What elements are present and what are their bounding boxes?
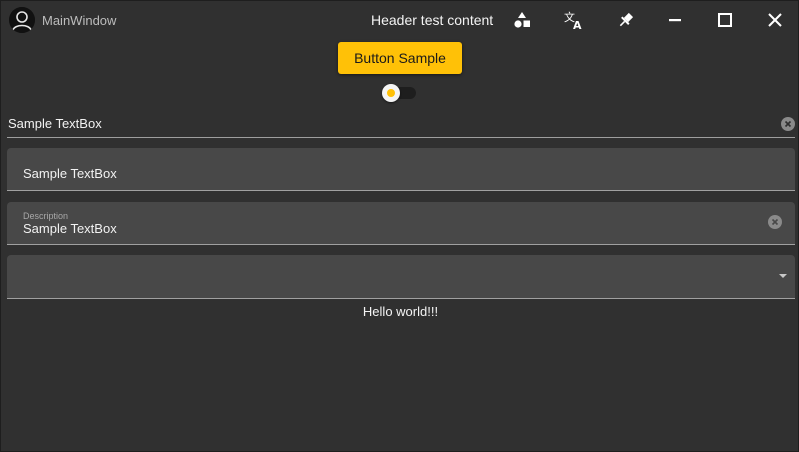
clear-icon[interactable] [781,117,795,131]
maximize-button[interactable] [710,5,740,35]
title-bar[interactable]: MainWindow Header test content 文 A [1,1,798,39]
header-content: Header test content [371,12,494,28]
maximize-icon [718,13,732,27]
translate-icon: 文 A [564,10,582,30]
shapes-icon [514,12,530,28]
close-icon [768,13,782,27]
plain-textbox[interactable]: Sample TextBox [7,111,795,138]
minimize-button[interactable] [660,5,690,35]
chevron-down-icon[interactable] [779,274,787,278]
plain-textbox-value[interactable]: Sample TextBox [8,116,102,131]
pin-button[interactable] [611,5,641,35]
toggle-switch[interactable] [382,83,418,103]
pin-icon [619,12,634,27]
described-textbox[interactable]: Description Sample TextBox [7,202,795,245]
clear-icon[interactable] [768,215,782,229]
hello-text: Hello world!!! [362,304,439,319]
combo-box[interactable] [7,255,795,299]
translate-button[interactable]: 文 A [559,5,589,35]
sample-button[interactable]: Button Sample [338,42,462,74]
toggle-thumb [382,84,400,102]
shapes-button[interactable] [507,5,537,35]
filled-textbox-value[interactable]: Sample TextBox [23,166,117,181]
toggle-dot-icon [387,89,395,97]
window-title: MainWindow [42,13,117,28]
svg-text:A: A [573,19,582,30]
close-button[interactable] [760,5,790,35]
minimize-icon [669,19,681,22]
main-window: MainWindow Header test content 文 A Butto… [0,0,799,452]
user-avatar-icon[interactable] [9,7,35,33]
described-textbox-hint: Description [23,211,69,221]
filled-textbox[interactable]: Sample TextBox [7,148,795,191]
described-textbox-value[interactable]: Sample TextBox [23,221,117,236]
